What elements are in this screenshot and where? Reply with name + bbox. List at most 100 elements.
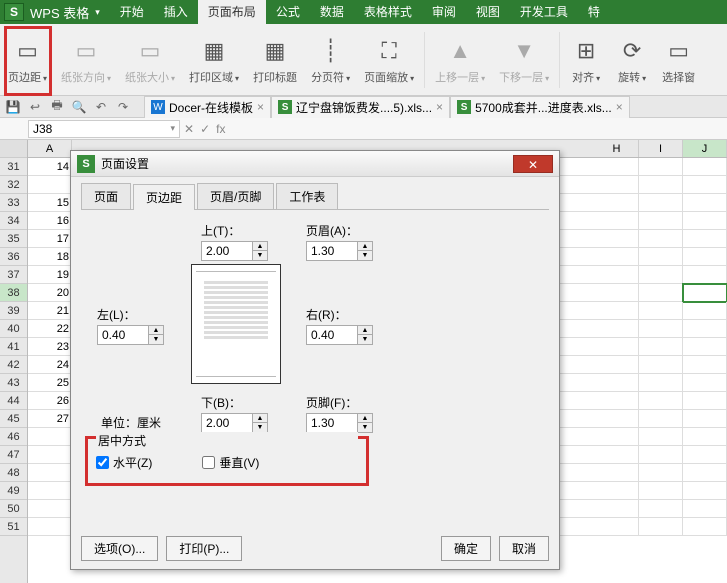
ribbon-下移一层[interactable]: ▼下移一层▾ [493,33,555,87]
cell-H33[interactable] [595,194,639,212]
app-dropdown-icon[interactable]: ▾ [95,7,100,18]
menu-item-8[interactable]: 开发工具 [510,0,578,24]
cell-H36[interactable] [595,248,639,266]
menu-item-5[interactable]: 表格样式 [354,0,422,24]
row-header-32[interactable]: 32 [0,176,27,194]
cell-H48[interactable] [595,464,639,482]
row-header-48[interactable]: 48 [0,464,27,482]
cell-I43[interactable] [639,374,683,392]
menu-item-0[interactable]: 开始 [110,0,154,24]
row-header-39[interactable]: 39 [0,302,27,320]
margin-right-input[interactable] [306,325,358,345]
row-header-34[interactable]: 34 [0,212,27,230]
ribbon-对齐[interactable]: ⊞对齐▾ [564,33,608,87]
ribbon-旋转[interactable]: ⟳旋转▾ [610,33,654,87]
cell-J31[interactable] [683,158,727,176]
spin-up-icon[interactable]: ▲ [253,414,267,423]
center-vertical-check[interactable]: 垂直(V) [202,454,259,471]
menu-item-2[interactable]: 页面布局 [198,0,266,24]
cell-I32[interactable] [639,176,683,194]
cell-I45[interactable] [639,410,683,428]
options-button[interactable]: 选项(O)... [81,536,158,561]
cell-H50[interactable] [595,500,639,518]
qat-save-icon[interactable]: 💾 [4,98,22,116]
cell-J48[interactable] [683,464,727,482]
cell-A36[interactable]: 18 [28,248,72,266]
cell-A35[interactable]: 17 [28,230,72,248]
name-box-dropdown-icon[interactable]: ▾ [170,123,175,134]
cell-H41[interactable] [595,338,639,356]
cell-I38[interactable] [639,284,683,302]
cell-J43[interactable] [683,374,727,392]
cell-A33[interactable]: 15 [28,194,72,212]
cell-J51[interactable] [683,518,727,536]
row-header-47[interactable]: 47 [0,446,27,464]
qat-redo-icon[interactable]: ↷ [114,98,132,116]
spin-up-icon[interactable]: ▲ [149,326,163,335]
qat-back-icon[interactable]: ↩ [26,98,44,116]
margin-footer-input[interactable] [306,413,358,433]
cell-A38[interactable]: 20 [28,284,72,302]
cell-H32[interactable] [595,176,639,194]
cell-H31[interactable] [595,158,639,176]
fx-cancel-icon[interactable]: ✕ [184,122,194,136]
cell-I36[interactable] [639,248,683,266]
qat-undo-icon[interactable]: ↶ [92,98,110,116]
cell-H43[interactable] [595,374,639,392]
ribbon-打印区域[interactable]: ▦打印区域▾ [183,33,245,87]
col-header-A[interactable]: A [28,140,72,157]
cell-J35[interactable] [683,230,727,248]
cell-A48[interactable] [28,464,72,482]
cell-I39[interactable] [639,302,683,320]
spin-up-icon[interactable]: ▲ [358,326,372,335]
cell-J37[interactable] [683,266,727,284]
doc-tab-0[interactable]: WDocer-在线模板× [144,96,271,118]
cell-A37[interactable]: 19 [28,266,72,284]
doc-tab-close-icon[interactable]: × [616,100,623,114]
cell-J49[interactable] [683,482,727,500]
spin-down-icon[interactable]: ▼ [253,251,267,260]
spin-up-icon[interactable]: ▲ [253,242,267,251]
doc-tab-close-icon[interactable]: × [436,100,443,114]
qat-preview-icon[interactable]: 🔍 [70,98,88,116]
row-header-45[interactable]: 45 [0,410,27,428]
cancel-button[interactable]: 取消 [499,536,549,561]
cell-I33[interactable] [639,194,683,212]
cell-H47[interactable] [595,446,639,464]
cell-I50[interactable] [639,500,683,518]
cell-A43[interactable]: 25 [28,374,72,392]
cell-I49[interactable] [639,482,683,500]
cell-A44[interactable]: 26 [28,392,72,410]
cell-I51[interactable] [639,518,683,536]
spin-up-icon[interactable]: ▲ [358,242,372,251]
center-horizontal-check[interactable]: 水平(Z) [96,454,152,471]
cell-H35[interactable] [595,230,639,248]
cell-A40[interactable]: 22 [28,320,72,338]
row-header-35[interactable]: 35 [0,230,27,248]
cell-H39[interactable] [595,302,639,320]
ribbon-纸张大小[interactable]: ▭纸张大小▾ [119,33,181,87]
row-header-40[interactable]: 40 [0,320,27,338]
row-header-51[interactable]: 51 [0,518,27,536]
cell-I35[interactable] [639,230,683,248]
cell-A42[interactable]: 24 [28,356,72,374]
cell-H38[interactable] [595,284,639,302]
margin-bottom-input[interactable] [201,413,253,433]
menu-item-3[interactable]: 公式 [266,0,310,24]
doc-tab-1[interactable]: S辽宁盘锦饭费发....5).xls...× [271,96,450,118]
spin-down-icon[interactable]: ▼ [253,423,267,432]
dialog-tab-0[interactable]: 页面 [81,183,131,209]
cell-J44[interactable] [683,392,727,410]
select-all-corner[interactable] [0,140,27,158]
cell-A46[interactable] [28,428,72,446]
cell-I37[interactable] [639,266,683,284]
row-header-46[interactable]: 46 [0,428,27,446]
ribbon-纸张方向[interactable]: ▭纸张方向▾ [55,33,117,87]
cell-J32[interactable] [683,176,727,194]
dialog-tab-1[interactable]: 页边距 [133,184,195,210]
spin-down-icon[interactable]: ▼ [358,423,372,432]
row-header-42[interactable]: 42 [0,356,27,374]
cell-A50[interactable] [28,500,72,518]
spin-down-icon[interactable]: ▼ [149,335,163,344]
menu-item-4[interactable]: 数据 [310,0,354,24]
